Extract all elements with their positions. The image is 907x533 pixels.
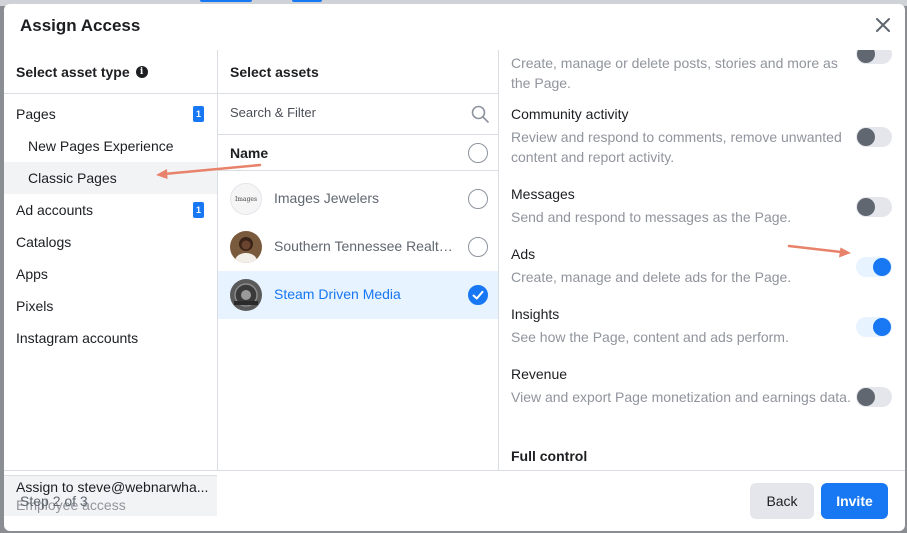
- page-radio[interactable]: [468, 189, 488, 209]
- page-name: Images Jewelers: [274, 190, 380, 206]
- asset-type-label: Pixels: [16, 298, 54, 314]
- dialog-footer: Step 2 of 3 Back Invite: [4, 470, 905, 531]
- permission-toggle-ads[interactable]: [856, 257, 892, 277]
- page-radio[interactable]: [468, 237, 488, 257]
- count-badge: 1: [193, 202, 204, 218]
- permission-content: Create, manage or delete posts, stories …: [511, 50, 851, 93]
- count-badge: 1: [193, 106, 204, 122]
- asset-type-label: New Pages Experience: [28, 138, 174, 154]
- asset-type-classic-pages[interactable]: Classic Pages: [4, 162, 217, 194]
- assets-panel: Select assets Name Images Images Jeweler…: [218, 50, 499, 470]
- page-name: Steam Driven Media: [274, 286, 401, 302]
- toggle-knob: [873, 258, 891, 276]
- name-column-header: Name: [230, 145, 269, 161]
- toggle-knob: [873, 318, 891, 336]
- step-indicator: Step 2 of 3: [20, 493, 88, 509]
- search-input[interactable]: [230, 105, 450, 120]
- asset-type-label: Apps: [16, 266, 48, 282]
- asset-type-label: Pages: [16, 106, 56, 122]
- permission-description: Create, manage and delete ads for the Pa…: [511, 269, 792, 285]
- asset-type-label: Classic Pages: [28, 170, 117, 186]
- dialog-title: Assign Access: [20, 16, 141, 35]
- avatar: [230, 279, 262, 311]
- permission-description: Create, manage or delete posts, stories …: [511, 55, 838, 91]
- permission-revenue: Revenue View and export Page monetizatio…: [511, 366, 851, 407]
- permission-title: Messages: [511, 186, 575, 202]
- checkmark-icon: [472, 290, 484, 300]
- invite-button[interactable]: Invite: [821, 483, 888, 519]
- asset-type-label: Catalogs: [16, 234, 72, 250]
- toggle-knob: [857, 50, 875, 63]
- asset-type-label: Instagram accounts: [16, 330, 139, 346]
- info-icon[interactable]: i: [135, 65, 148, 78]
- assets-heading: Select assets: [218, 50, 498, 94]
- full-control-heading: Full control: [511, 448, 588, 464]
- assign-access-dialog: Assign Access Select asset type i Pages …: [4, 4, 905, 531]
- close-icon[interactable]: [872, 14, 894, 36]
- asset-type-label: Ad accounts: [16, 202, 94, 218]
- permission-title: Insights: [511, 306, 560, 322]
- background-element: [200, 0, 252, 2]
- permission-title: Revenue: [511, 366, 568, 382]
- asset-type-pixels[interactable]: Pixels: [4, 290, 217, 322]
- asset-type-apps[interactable]: Apps: [4, 258, 217, 290]
- search-icon[interactable]: [470, 104, 490, 124]
- permissions-panel: Create, manage or delete posts, stories …: [499, 50, 905, 470]
- permission-description: View and export Page monetization and ea…: [511, 389, 851, 405]
- permission-title: Ads: [511, 246, 536, 262]
- page-row-southern-tennessee-realty[interactable]: Southern Tennessee Realty...: [218, 223, 498, 271]
- page-row-images-jewelers[interactable]: Images Images Jewelers: [218, 175, 498, 223]
- avatar-logo-text: Images: [234, 195, 258, 203]
- avatar: Images: [230, 183, 262, 215]
- background-element: [292, 0, 322, 2]
- asset-type-pages[interactable]: Pages 1: [4, 98, 217, 130]
- dialog-header: Assign Access: [4, 4, 905, 50]
- permission-toggle-community-activity[interactable]: [856, 127, 892, 147]
- avatar: [230, 231, 262, 263]
- permission-description: Review and respond to comments, remove u…: [511, 129, 842, 165]
- permission-community-activity: Community activity Review and respond to…: [511, 106, 851, 167]
- select-all-radio[interactable]: [468, 143, 488, 163]
- permission-title: Community activity: [511, 106, 629, 122]
- permission-toggle-messages[interactable]: [856, 197, 892, 217]
- back-button[interactable]: Back: [750, 483, 814, 519]
- toggle-knob: [857, 128, 875, 146]
- asset-type-heading-label: Select asset type: [16, 63, 130, 80]
- permission-messages: Messages Send and respond to messages as…: [511, 186, 851, 227]
- asset-type-instagram-accounts[interactable]: Instagram accounts: [4, 322, 217, 354]
- page-name: Southern Tennessee Realty...: [274, 238, 456, 254]
- page-radio-checked[interactable]: [468, 285, 488, 305]
- asset-type-panel: Select asset type i Pages 1 New Pages Ex…: [4, 50, 218, 516]
- permission-insights: Insights See how the Page, content and a…: [511, 306, 851, 347]
- toggle-knob: [857, 198, 875, 216]
- permission-description: Send and respond to messages as the Page…: [511, 209, 792, 225]
- asset-type-new-pages-experience[interactable]: New Pages Experience: [4, 130, 217, 162]
- toggle-knob: [857, 388, 875, 406]
- permission-description: See how the Page, content and ads perfor…: [511, 329, 789, 345]
- asset-type-catalogs[interactable]: Catalogs: [4, 226, 217, 258]
- search-bar: [218, 94, 498, 135]
- asset-type-ad-accounts[interactable]: Ad accounts 1: [4, 194, 217, 226]
- name-header-row: Name: [218, 135, 498, 171]
- asset-type-heading: Select asset type i: [4, 50, 217, 94]
- permission-toggle-insights[interactable]: [856, 317, 892, 337]
- permission-ads: Ads Create, manage and delete ads for th…: [511, 246, 851, 287]
- permission-toggle-content[interactable]: [856, 50, 892, 64]
- page-row-steam-driven-media[interactable]: Steam Driven Media: [218, 271, 498, 319]
- permission-toggle-revenue[interactable]: [856, 387, 892, 407]
